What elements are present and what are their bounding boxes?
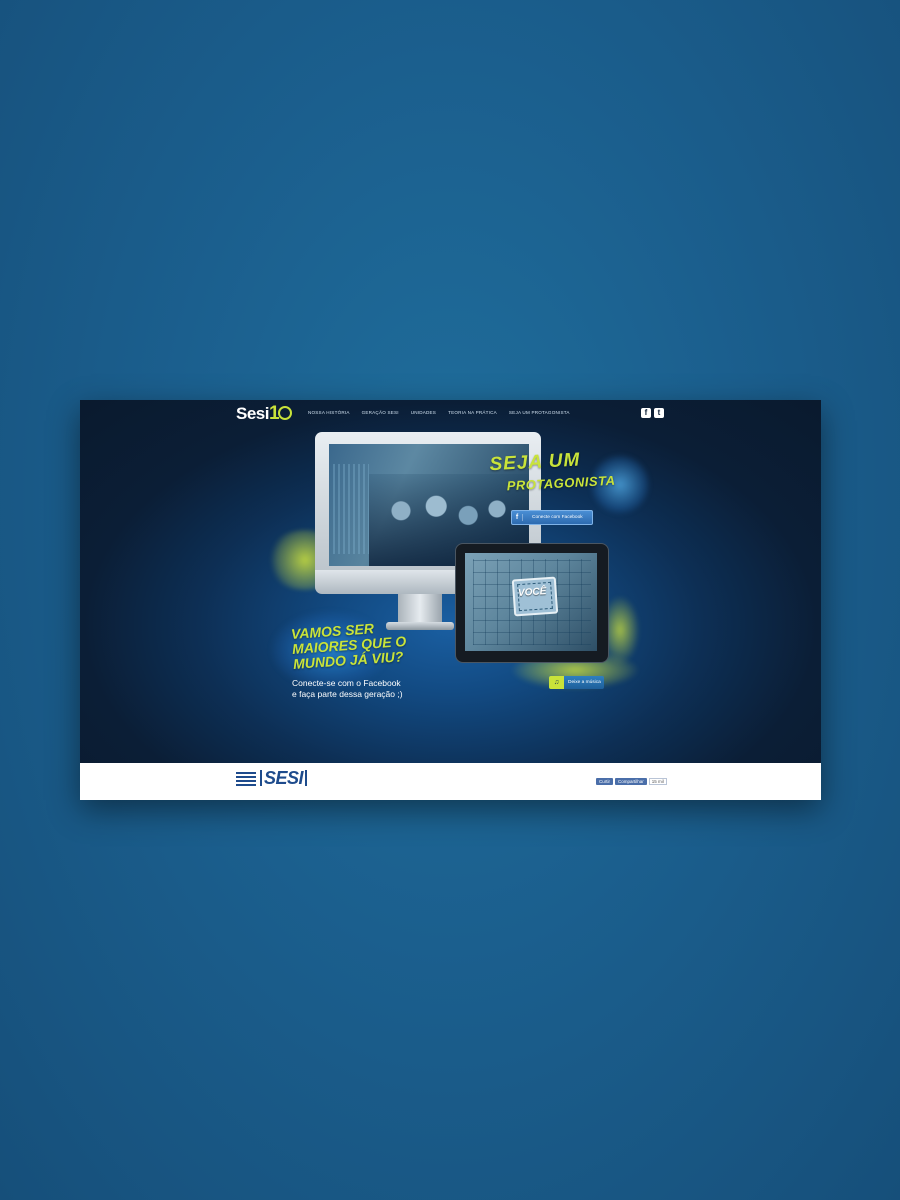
facebook-icon: f: [512, 514, 523, 521]
subtext-line2: e faça parte dessa geração ;): [292, 689, 403, 699]
facebook-icon[interactable]: f: [641, 408, 651, 418]
screen-pattern: [333, 464, 369, 554]
share-button[interactable]: Compartilhar: [615, 778, 647, 785]
logo-text: Sesi: [236, 404, 269, 423]
subtext-line1: Conecte-se com o Facebook: [292, 678, 401, 688]
like-button[interactable]: Curtir: [596, 778, 613, 785]
facebook-connect-label: Conecte com Facebook: [532, 515, 583, 520]
sesi10-logo[interactable]: Sesi1: [236, 403, 293, 425]
social-links: f t: [641, 408, 664, 418]
sesi-mark-icon: [236, 770, 256, 786]
music-toggle-button[interactable]: ♫ Deixe a música: [549, 676, 604, 689]
facebook-share-widget: Curtir Compartilhar 15 mil: [596, 778, 667, 785]
nav-geracao-sesi[interactable]: GERAÇÃO SESI: [362, 410, 399, 415]
imac-stand: [398, 594, 442, 622]
logo-zero-ring: [278, 406, 293, 420]
main-menu: NOSSA HISTÓRIA GERAÇÃO SESI UNIDADES TEO…: [308, 410, 582, 415]
hero-section: Sesi1 NOSSA HISTÓRIA GERAÇÃO SESI UNIDAD…: [80, 400, 821, 763]
music-toggle-label: Deixe a música: [568, 680, 601, 685]
subtext: Conecte-se com o Facebook e faça parte d…: [292, 678, 403, 700]
nav-teoria-na-pratica[interactable]: TEORIA NA PRÁTICA: [448, 410, 497, 415]
headline-line1: SEJA UM: [489, 449, 581, 476]
slogan: VAMOS SER MAIORES QUE O MUNDO JÁ VIU?: [291, 619, 408, 672]
website-screenshot: Sesi1 NOSSA HISTÓRIA GERAÇÃO SESI UNIDAD…: [80, 400, 821, 800]
voce-label: VOCÊ: [517, 586, 547, 599]
twitter-icon[interactable]: t: [654, 408, 664, 418]
like-count: 15 mil: [648, 778, 667, 785]
headphones-icon: ♫: [549, 676, 564, 689]
facebook-connect-button[interactable]: f Conecte com Facebook: [511, 510, 593, 525]
sesi-footer-logo[interactable]: SESI: [236, 769, 308, 787]
sesi-logo-text: SESI: [260, 769, 308, 787]
nav-nossa-historia[interactable]: NOSSA HISTÓRIA: [308, 410, 350, 415]
footer: SESI Curtir Compartilhar 15 mil: [80, 763, 821, 800]
nav-seja-um-protagonista[interactable]: SEJA UM PROTAGONISTA: [509, 410, 570, 415]
top-navigation: Sesi1 NOSSA HISTÓRIA GERAÇÃO SESI UNIDAD…: [80, 400, 821, 430]
nav-unidades[interactable]: UNIDADES: [411, 410, 436, 415]
headline: SEJA UM PROTAGONISTA: [489, 449, 616, 494]
